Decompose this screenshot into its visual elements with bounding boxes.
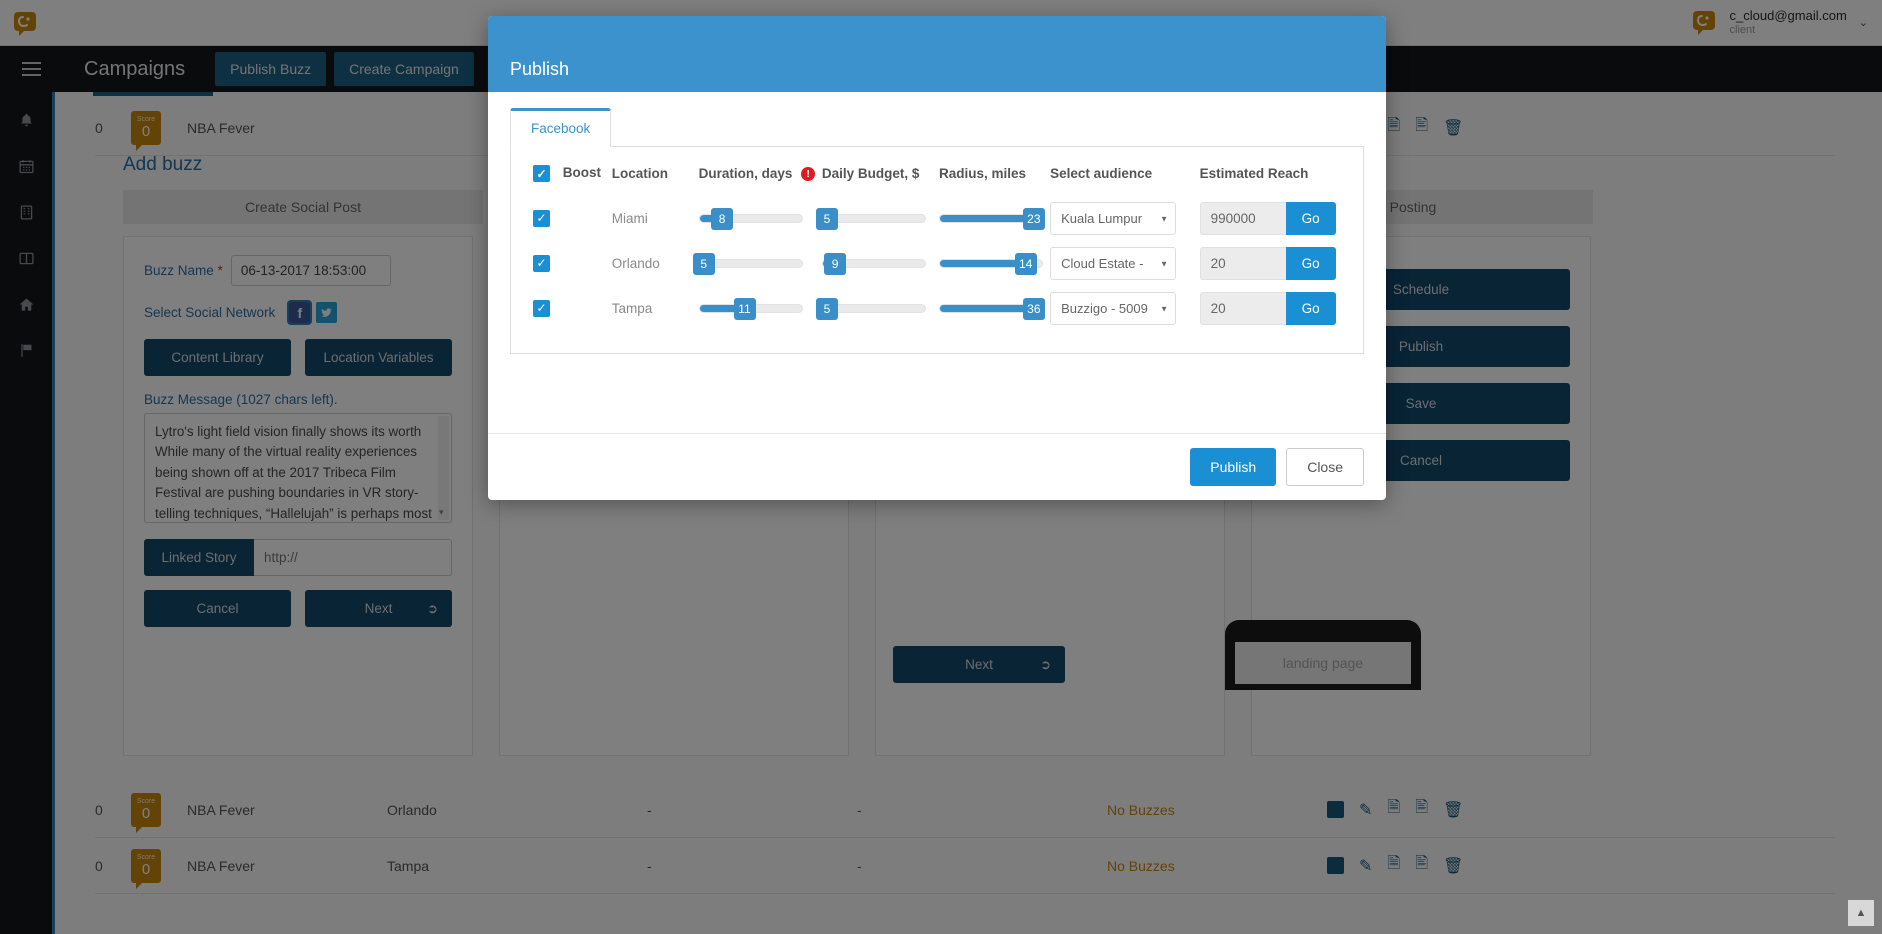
slider-knob[interactable]: 9: [824, 253, 847, 275]
duration-slider[interactable]: 8: [698, 208, 803, 230]
audience-select[interactable]: Buzzigo - 5009: [1050, 292, 1177, 325]
boost-checkbox[interactable]: ✓: [533, 254, 550, 272]
slider-knob[interactable]: 23: [1022, 208, 1045, 230]
slider-fill: [940, 260, 1026, 267]
modal-publish-button[interactable]: Publish: [1190, 448, 1277, 486]
boost-row-miami: ✓ Miami 8 5 23 Kuala Lumpur ▼ 990000 Go: [533, 196, 1341, 241]
header-duration-label: Duration, days: [698, 165, 793, 181]
audience-select[interactable]: Cloud Estate -: [1050, 247, 1177, 280]
radius-slider[interactable]: 36: [939, 298, 1045, 320]
boost-select-all-checkbox[interactable]: ✓: [533, 165, 550, 182]
cell-radius: 23: [939, 196, 1050, 241]
header-duration: Duration, days !: [699, 165, 822, 196]
boost-table-header-row: ✓ Boost Location Duration, days ! Daily …: [533, 165, 1341, 196]
info-badge-icon[interactable]: !: [801, 167, 816, 182]
modal-close-button[interactable]: Close: [1286, 448, 1364, 486]
budget-slider[interactable]: 5: [815, 208, 926, 230]
header-boost: ✓ Boost: [533, 165, 612, 196]
cell-budget: 9: [821, 241, 939, 286]
audience-select-wrap: Cloud Estate - ▼: [1050, 247, 1177, 280]
duration-slider[interactable]: 5: [692, 253, 803, 275]
cell-audience: Kuala Lumpur ▼: [1050, 196, 1199, 241]
boost-checkbox[interactable]: ✓: [533, 209, 550, 227]
cell-location: Tampa: [611, 301, 653, 316]
slider-fill: [940, 305, 1034, 312]
modal-title: Publish: [510, 59, 570, 79]
scroll-to-top-button[interactable]: ▲: [1848, 900, 1874, 926]
boost-row-orlando: ✓ Orlando 5 9 14 Cloud Estate - ▼ 20 Go: [533, 241, 1341, 286]
slider-knob[interactable]: 5: [815, 298, 838, 320]
cell-radius: 14: [939, 241, 1050, 286]
reach-input-group: Go: [1199, 202, 1341, 235]
slider-knob[interactable]: 14: [1014, 253, 1037, 275]
cell-duration: 5: [692, 241, 822, 286]
radius-slider[interactable]: 23: [939, 208, 1045, 230]
boost-checkbox[interactable]: ✓: [533, 299, 550, 317]
modal-footer: Publish Close: [488, 433, 1386, 500]
audience-select-wrap: Buzzigo - 5009 ▼: [1050, 292, 1177, 325]
cell-reach: Go: [1199, 241, 1341, 286]
budget-slider[interactable]: 5: [815, 298, 926, 320]
header-estimated-reach: Estimated Reach: [1199, 166, 1309, 181]
cell-boost-checkbox: ✓: [533, 286, 612, 331]
duration-slider[interactable]: 11: [698, 298, 803, 320]
cell-budget: 5: [815, 286, 939, 331]
slider-fill: [940, 215, 1034, 222]
publish-modal: Publish Facebook ✓ Boost Location Durati…: [488, 16, 1386, 500]
cell-duration: 11: [698, 286, 822, 331]
cell-duration: 8: [698, 196, 822, 241]
header-boost-label: Boost: [562, 165, 602, 181]
slider-knob[interactable]: 36: [1022, 298, 1045, 320]
cell-radius: 36: [939, 286, 1050, 331]
cell-audience: Buzzigo - 5009 ▼: [1050, 286, 1199, 331]
cell-location: Orlando: [611, 256, 660, 271]
reach-input-group: Go: [1199, 247, 1341, 280]
modal-tabs: Facebook: [510, 108, 1364, 147]
header-radius: Radius, miles: [939, 166, 1027, 181]
cell-location: Miami: [611, 211, 648, 226]
cell-budget: 5: [815, 196, 939, 241]
estimated-reach-input[interactable]: [1199, 202, 1286, 235]
audience-select[interactable]: Kuala Lumpur: [1050, 202, 1177, 235]
boost-panel: ✓ Boost Location Duration, days ! Daily …: [510, 147, 1364, 354]
go-button[interactable]: Go: [1285, 202, 1336, 235]
header-daily-budget: Daily Budget, $: [821, 166, 920, 181]
radius-slider[interactable]: 14: [939, 253, 1043, 275]
header-select-audience: Select audience: [1050, 166, 1153, 181]
audience-select-wrap: Kuala Lumpur ▼: [1050, 202, 1177, 235]
estimated-reach-input[interactable]: [1199, 292, 1286, 325]
go-button[interactable]: Go: [1285, 292, 1336, 325]
reach-input-group: Go: [1199, 292, 1341, 325]
slider-knob[interactable]: 8: [711, 208, 734, 230]
modal-body: Facebook ✓ Boost Location Duration, days…: [488, 92, 1386, 433]
estimated-reach-input[interactable]: [1199, 247, 1286, 280]
boost-row-tampa: ✓ Tampa 11 5 36 Buzzigo - 5009 ▼ 20 Go: [533, 286, 1341, 331]
cell-boost-checkbox: ✓: [533, 241, 612, 286]
slider-knob[interactable]: 5: [692, 253, 715, 275]
cell-audience: Cloud Estate - ▼: [1050, 241, 1199, 286]
modal-header: Publish: [488, 16, 1386, 92]
header-location: Location: [611, 166, 669, 181]
cell-boost-checkbox: ✓: [533, 196, 612, 241]
slider-knob[interactable]: 11: [733, 298, 756, 320]
go-button[interactable]: Go: [1285, 247, 1336, 280]
tab-facebook[interactable]: Facebook: [510, 108, 612, 147]
boost-table: ✓ Boost Location Duration, days ! Daily …: [533, 165, 1341, 331]
cell-reach: Go: [1199, 196, 1341, 241]
slider-knob[interactable]: 5: [815, 208, 838, 230]
cell-reach: Go: [1199, 286, 1341, 331]
budget-slider[interactable]: 9: [821, 253, 926, 275]
